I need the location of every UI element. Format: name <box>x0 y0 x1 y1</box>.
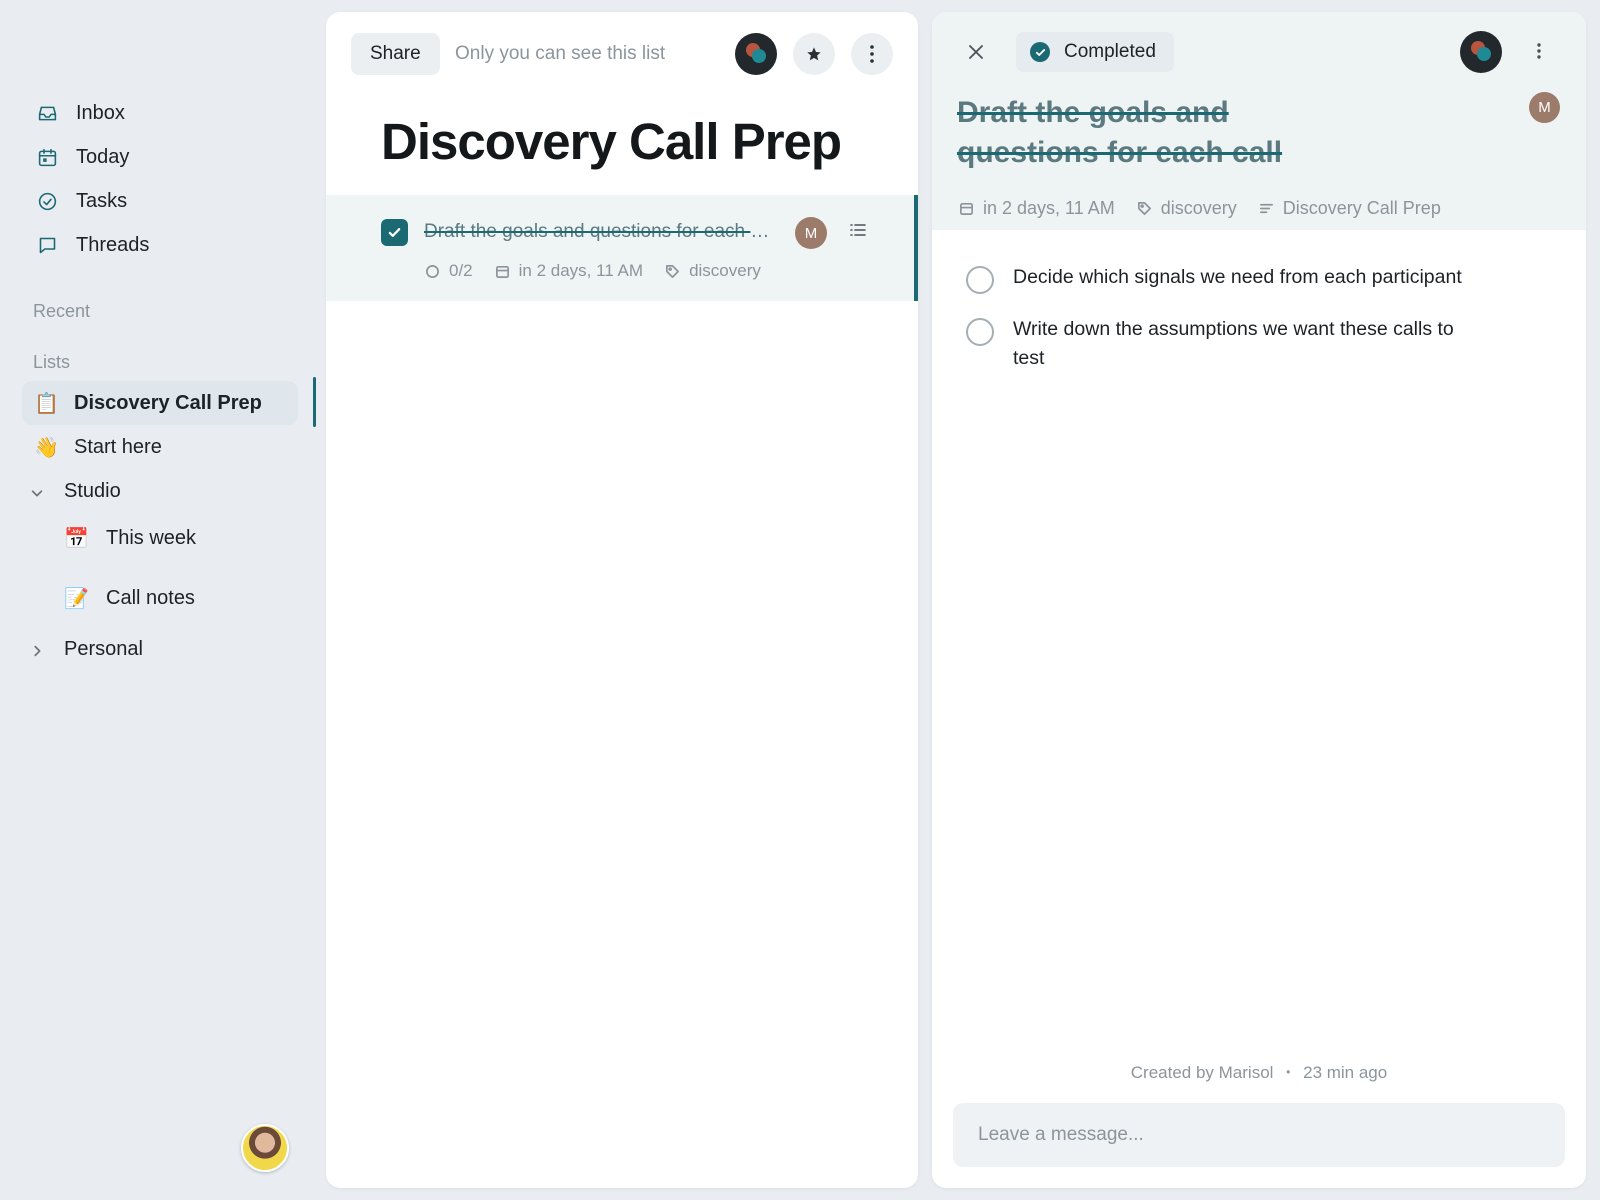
nav-item-threads[interactable]: Threads <box>24 223 304 267</box>
check-circle-icon <box>36 190 58 212</box>
task-title: Draft the goals and questions for each c… <box>424 221 774 242</box>
subtask-item: Write down the assumptions we want these… <box>966 315 1466 373</box>
star-button[interactable] <box>793 33 835 75</box>
folder-label: Personal <box>64 637 143 660</box>
kebab-icon <box>870 45 874 63</box>
user-avatar[interactable] <box>241 1124 289 1172</box>
list-item-start-here[interactable]: 👋 Start here <box>22 425 314 469</box>
created-info: Created by Marisol • 23 min ago <box>932 1063 1586 1083</box>
calendar-icon <box>495 265 509 278</box>
list-item-this-week[interactable]: 📅 This week <box>22 513 314 563</box>
list-item-label: This week <box>106 526 197 549</box>
tag[interactable]: discovery <box>1137 198 1237 219</box>
collaborators-avatar[interactable] <box>735 33 777 75</box>
check-circle-icon <box>1030 42 1050 62</box>
calendar-icon <box>960 202 973 215</box>
message-input[interactable] <box>953 1103 1565 1167</box>
task-row[interactable]: Draft the goals and questions for each c… <box>326 195 918 301</box>
subtask-count-text: 0/2 <box>449 261 473 280</box>
tag-icon <box>666 264 680 278</box>
notes-icon[interactable] <box>850 223 866 242</box>
calendar-icon: 📅 <box>64 527 89 550</box>
chat-bubble-icon <box>36 234 58 256</box>
list-item-label: Call notes <box>106 586 195 609</box>
parent-list-text: Discovery Call Prep <box>1282 198 1441 218</box>
subtask-text[interactable]: Write down the assumptions we want these… <box>1013 315 1463 373</box>
tag-text: discovery <box>689 261 761 280</box>
nav-item-inbox[interactable]: Inbox <box>24 91 304 135</box>
created-time: 23 min ago <box>1303 1063 1388 1082</box>
chevron-down-icon <box>30 483 46 499</box>
star-icon <box>807 47 821 61</box>
close-button[interactable] <box>956 32 996 72</box>
nav-label: Threads <box>76 233 150 256</box>
more-options-button[interactable] <box>1519 31 1559 71</box>
folder-label: Studio <box>64 479 121 502</box>
memo-icon: 📝 <box>64 587 89 610</box>
list-icon <box>1259 203 1273 214</box>
collaborators-avatar[interactable] <box>1460 31 1502 73</box>
subtask-list: Decide which signals we need from each p… <box>966 263 1466 394</box>
close-icon <box>969 45 983 59</box>
list-item-label: Start here <box>74 435 162 458</box>
section-label-recent: Recent <box>33 301 91 321</box>
task-checkbox[interactable] <box>381 219 408 246</box>
status-button[interactable]: Completed <box>1016 32 1174 72</box>
circle-icon <box>426 264 439 278</box>
lists-nav: 📋 Discovery Call Prep 👋 Start here Studi… <box>22 377 316 671</box>
chevron-right-icon <box>30 641 46 657</box>
subtask-item: Decide which signals we need from each p… <box>966 263 1466 294</box>
inbox-icon <box>36 102 58 124</box>
parent-list[interactable]: Discovery Call Prep <box>1259 198 1441 219</box>
nav-label: Tasks <box>76 189 128 212</box>
created-by: Created by Marisol <box>1130 1063 1274 1082</box>
assignee-avatar[interactable]: M <box>1529 92 1560 123</box>
nav-item-today[interactable]: Today <box>24 135 304 179</box>
more-options-button[interactable] <box>851 33 893 75</box>
primary-nav: Inbox Today Tasks Threads <box>24 91 304 267</box>
task-detail-meta: in 2 days, 11 AM discovery Discovery Cal… <box>959 198 1463 219</box>
folder-studio[interactable]: Studio <box>22 469 314 513</box>
task-title[interactable]: Draft the goals and questions for each c… <box>957 93 1347 173</box>
due-date-text: in 2 days, 11 AM <box>518 261 644 280</box>
task-detail-panel: Completed M Draft the goals and question… <box>932 12 1586 1188</box>
due-date: in 2 days, 11 AM <box>495 261 643 281</box>
list-title: Discovery Call Prep <box>381 113 842 170</box>
share-button[interactable]: Share <box>351 33 440 75</box>
subtask-checkbox[interactable] <box>966 318 994 346</box>
subtask-checkbox[interactable] <box>966 266 994 294</box>
nav-item-tasks[interactable]: Tasks <box>24 179 304 223</box>
waving-hand-icon: 👋 <box>34 436 59 459</box>
subtask-text[interactable]: Decide which signals we need from each p… <box>1013 263 1463 292</box>
nav-label: Today <box>76 145 130 168</box>
status-label: Completed <box>1064 41 1156 62</box>
nav-label: Inbox <box>76 101 125 124</box>
visibility-note: Only you can see this list <box>455 43 666 64</box>
list-panel: Share Only you can see this list Discove… <box>326 12 918 1188</box>
folder-personal[interactable]: Personal <box>22 627 314 671</box>
due-date-text: in 2 days, 11 AM <box>983 198 1115 218</box>
calendar-today-icon <box>36 146 58 168</box>
clipboard-icon: 📋 <box>34 392 59 415</box>
check-icon <box>388 228 401 237</box>
assignee-avatar[interactable]: M <box>795 217 827 249</box>
task-meta: 0/2 in 2 days, 11 AM discovery <box>425 261 783 281</box>
task-detail-header: Completed M Draft the goals and question… <box>932 12 1586 230</box>
sidebar: Inbox Today Tasks Threads Recent Lists 📋… <box>0 0 318 1200</box>
list-item-label: Discovery Call Prep <box>74 391 262 414</box>
created-separator: • <box>1286 1065 1291 1079</box>
section-label-lists: Lists <box>33 352 71 372</box>
list-item-call-notes[interactable]: 📝 Call notes <box>22 573 314 623</box>
subtask-count: 0/2 <box>425 261 473 281</box>
due-date[interactable]: in 2 days, 11 AM <box>959 198 1115 219</box>
kebab-icon <box>1537 43 1541 59</box>
tag-icon <box>1137 202 1151 215</box>
tag-text: discovery <box>1160 198 1237 218</box>
tag: discovery <box>665 261 761 281</box>
list-item-discovery-call-prep[interactable]: 📋 Discovery Call Prep <box>22 377 316 427</box>
